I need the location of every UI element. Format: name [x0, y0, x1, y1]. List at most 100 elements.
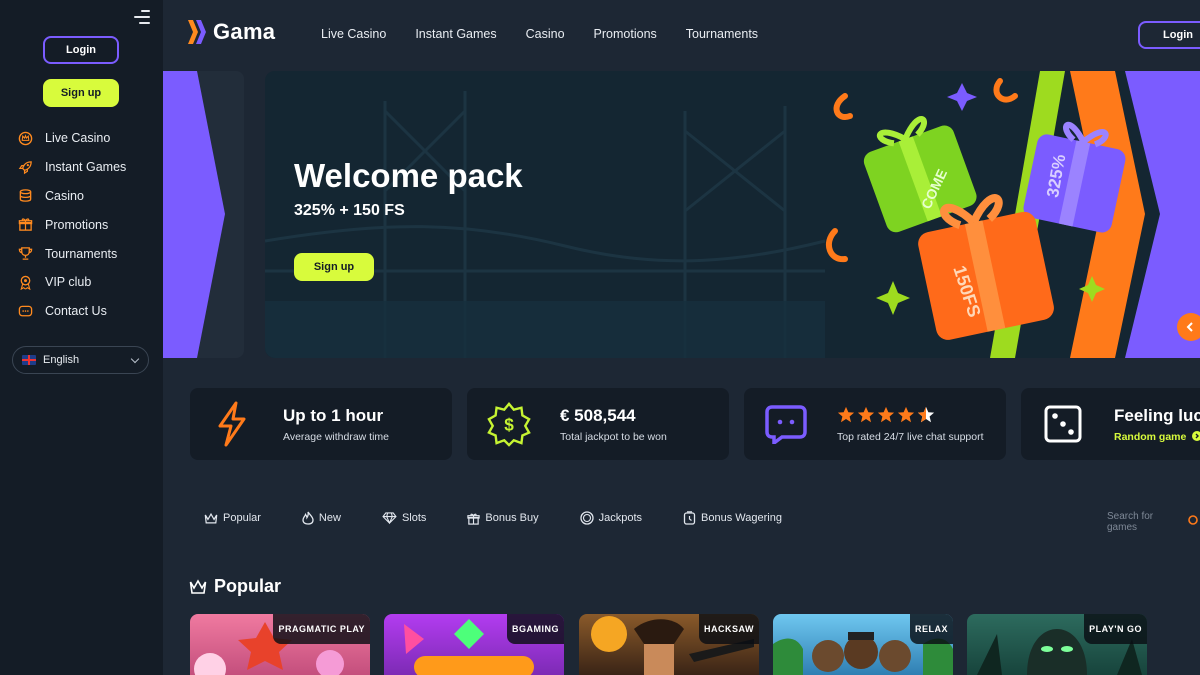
clock-icon — [683, 511, 696, 525]
tab-popular[interactable]: Popular — [204, 511, 261, 525]
stat-card-support: Top rated 24/7 live chat support — [744, 388, 1006, 460]
star-half-icon — [917, 406, 935, 423]
sidebar-item-contact-us[interactable]: Contact Us — [14, 297, 154, 326]
top-nav-promotions[interactable]: Promotions — [594, 27, 657, 41]
top-nav-live-casino[interactable]: Live Casino — [321, 27, 386, 41]
tab-label: Bonus Buy — [485, 512, 539, 524]
star-icon — [877, 406, 895, 423]
game-tile[interactable]: PRAGMATIC PLAY — [190, 614, 370, 675]
game-provider-badge: HACKSAW — [699, 614, 759, 644]
stat-subtitle: Top rated 24/7 live chat support — [837, 431, 984, 443]
crown-icon — [204, 512, 218, 525]
sidebar-item-label: Tournaments — [45, 246, 118, 261]
svg-text:$: $ — [504, 415, 514, 435]
game-provider-badge: BGAMING — [507, 614, 564, 644]
stat-card-jackpot: $ € 508,544 Total jackpot to be won — [467, 388, 729, 460]
top-nav-tournaments[interactable]: Tournaments — [686, 27, 758, 41]
tab-label: Slots — [401, 512, 427, 524]
gift-icon — [14, 217, 36, 233]
chevron-down-icon — [130, 354, 140, 364]
stat-title: Feeling luc — [1114, 406, 1200, 425]
sidebar-item-vip-club[interactable]: VIP club — [14, 268, 154, 297]
stat-subtitle: Total jackpot to be won — [560, 431, 667, 443]
hero-subtitle: 325% + 150 FS — [294, 202, 405, 219]
medal-icon — [14, 274, 36, 290]
category-tabs: Popular New Slots Bonus Buy Jackpots Bon… — [204, 511, 823, 525]
game-tile[interactable]: RELAX — [773, 614, 953, 675]
game-provider-badge: PRAGMATIC PLAY — [273, 614, 370, 644]
chat-icon — [14, 303, 36, 319]
rocket-icon — [14, 159, 36, 175]
sidebar-item-casino[interactable]: Casino — [14, 182, 154, 211]
logo[interactable]: Gama — [187, 19, 275, 45]
top-nav-casino[interactable]: Casino — [526, 27, 565, 41]
game-search[interactable]: Search for games — [1107, 511, 1200, 533]
gift-icon — [467, 512, 481, 525]
top-nav: Live Casino Instant Games Casino Promoti… — [321, 27, 787, 41]
sidebar-item-label: Contact Us — [45, 304, 107, 319]
sidebar-item-label: Casino — [45, 188, 84, 203]
sidebar-item-label: Promotions — [45, 217, 109, 232]
game-provider-badge: PLAY'N GO — [1084, 614, 1147, 644]
stat-card-random-game[interactable]: Feeling luc Random game — [1021, 388, 1200, 460]
sidebar-item-label: Live Casino — [45, 131, 111, 146]
stat-subtitle: Average withdraw time — [283, 431, 390, 443]
star-icon — [837, 406, 855, 423]
hero-banner[interactable]: Welcome pack 325% + 150 FS Sign up COME … — [265, 71, 1200, 358]
sidebar-login-button[interactable]: Login — [43, 36, 119, 64]
sidebar-item-tournaments[interactable]: Tournaments — [14, 239, 154, 268]
game-tile[interactable]: PLAY'N GO — [967, 614, 1147, 675]
tab-label: Popular — [223, 512, 261, 524]
star-icon — [857, 406, 875, 423]
popular-section-title: Popular — [189, 576, 281, 597]
section-title-text: Popular — [214, 576, 282, 596]
language-selector[interactable]: English — [12, 346, 149, 374]
random-game-label: Random game — [1114, 431, 1187, 443]
game-tile[interactable]: BGAMING — [384, 614, 564, 675]
sidebar: Login Sign up Live Casino Instant Games … — [0, 0, 163, 675]
diamond-icon — [382, 512, 397, 524]
tab-label: New — [318, 512, 341, 524]
hero-next-arrow-button[interactable] — [1177, 313, 1200, 341]
tab-label: Jackpots — [598, 512, 643, 524]
tab-label: Bonus Wagering — [701, 512, 782, 524]
chat-bubble-icon — [764, 402, 808, 446]
sidebar-item-live-casino[interactable]: Live Casino — [14, 124, 154, 153]
search-placeholder: Search for games — [1107, 511, 1154, 533]
game-provider-badge: RELAX — [909, 614, 953, 644]
tab-new[interactable]: New — [302, 511, 341, 525]
crown-circle-icon — [14, 130, 36, 146]
tab-jackpots[interactable]: Jackpots — [579, 511, 643, 525]
stat-title: Up to 1 hour — [283, 406, 384, 425]
coins-stack-icon — [14, 188, 36, 204]
lightning-icon — [210, 401, 254, 447]
tab-bonus-wagering[interactable]: Bonus Wagering — [683, 511, 782, 525]
stat-title: € 508,544 — [560, 406, 636, 425]
dice-icon — [1041, 402, 1085, 446]
gift-boxes-illustration — [825, 71, 1200, 358]
game-tile[interactable]: HACKSAW — [579, 614, 759, 675]
hero-signup-button[interactable]: Sign up — [294, 253, 374, 281]
gama-logo-icon — [188, 20, 206, 44]
sidebar-item-label: Instant Games — [45, 160, 127, 175]
arrow-circle-icon — [1192, 431, 1200, 441]
sidebar-item-promotions[interactable]: Promotions — [14, 210, 154, 239]
hero-previous-slide[interactable] — [163, 71, 244, 358]
star-icon — [897, 406, 915, 423]
language-label: English — [43, 354, 80, 366]
tab-bonus-buy[interactable]: Bonus Buy — [467, 511, 539, 525]
top-nav-instant-games[interactable]: Instant Games — [415, 27, 496, 41]
trophy-icon — [14, 246, 36, 262]
search-icon[interactable] — [1188, 514, 1200, 530]
crown-icon — [189, 578, 207, 595]
sidebar-signup-button[interactable]: Sign up — [43, 79, 119, 107]
tab-slots[interactable]: Slots — [382, 511, 426, 525]
menu-toggle-icon[interactable] — [134, 10, 150, 26]
hero-title: Welcome pack — [294, 157, 523, 194]
chevron-left-icon — [1186, 322, 1193, 332]
random-game-link[interactable]: Random game — [1114, 431, 1200, 443]
rating-stars — [837, 406, 937, 424]
header-login-button[interactable]: Login — [1138, 21, 1200, 49]
flame-icon — [302, 511, 314, 525]
sidebar-item-instant-games[interactable]: Instant Games — [14, 153, 154, 182]
